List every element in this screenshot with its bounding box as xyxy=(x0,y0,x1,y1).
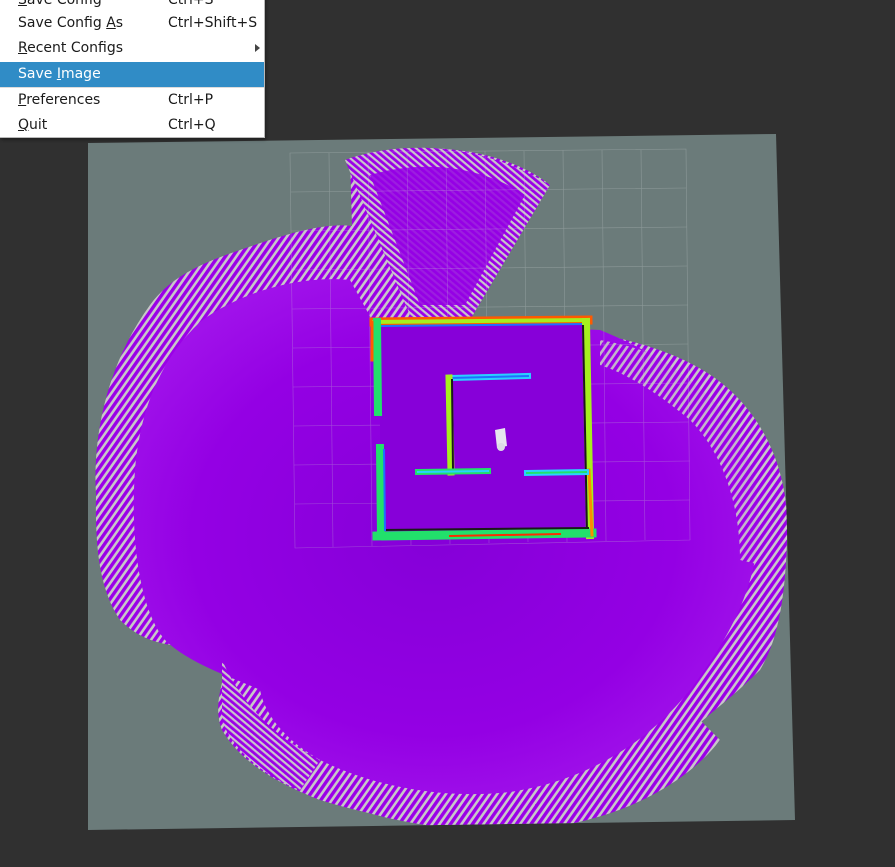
room-floor xyxy=(380,322,592,540)
menu-item-label: Quit xyxy=(18,117,48,133)
3d-render-viewport[interactable]: Save Config Ctrl+S Save Config As Ctrl+S… xyxy=(0,0,895,867)
menu-item-label: Recent Configs xyxy=(18,40,124,56)
menu-item-shortcut: Ctrl+Q xyxy=(168,117,216,133)
file-dropdown-menu[interactable]: Save Config Ctrl+S Save Config As Ctrl+S… xyxy=(0,0,265,138)
menu-item-quit[interactable]: Quit Ctrl+Q xyxy=(0,113,264,138)
menu-item-label: Save Image xyxy=(18,66,101,82)
submenu-arrow-icon xyxy=(255,44,260,52)
menu-item-shortcut: Ctrl+P xyxy=(168,92,214,108)
menu-item-preferences[interactable]: Preferences Ctrl+P xyxy=(0,88,264,113)
menu-item-save-config-as[interactable]: Save Config As Ctrl+Shift+S xyxy=(0,11,264,36)
menu-item-label: Save Config As xyxy=(18,15,124,31)
menu-item-shortcut: Ctrl+Shift+S xyxy=(168,15,258,31)
menu-item-label: Preferences xyxy=(18,92,101,108)
menu-item-save-image[interactable]: Save Image xyxy=(0,62,264,87)
menu-item-recent-configs[interactable]: Recent Configs xyxy=(0,36,264,61)
